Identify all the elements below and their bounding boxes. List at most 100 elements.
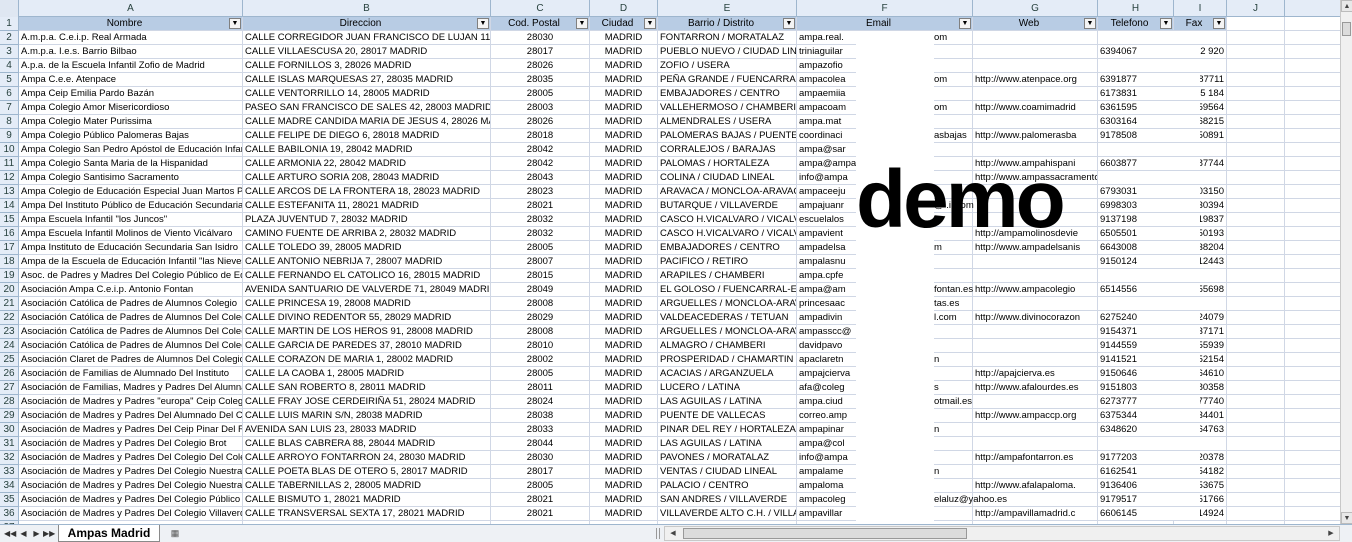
cell[interactable]: 28030 [491, 451, 590, 464]
filter-dropdown-icon[interactable]: ▼ [959, 18, 971, 29]
cell[interactable] [1227, 437, 1285, 450]
cell[interactable] [1227, 395, 1285, 408]
cell[interactable]: LAS AGUILAS / LATINA [658, 437, 797, 450]
cell[interactable]: 28021 [491, 199, 590, 212]
cell[interactable]: 28044 [491, 437, 590, 450]
cell[interactable]: PEÑA GRANDE / FUENCARRAL-EL PARDO [658, 73, 797, 86]
cell[interactable]: CALLE ANTONIO NEBRIJA 7, 28007 MADRID [243, 255, 491, 268]
cell[interactable]: CALLE MADRE CANDIDA MARIA DE JESUS 4, 28… [243, 115, 491, 128]
header-cell[interactable]: Direccion [243, 17, 491, 30]
cell[interactable]: http://www.palomerasba [973, 129, 1098, 142]
cell[interactable]: Asociación Claret de Padres de Alumnos D… [19, 353, 243, 366]
cell[interactable]: LAS AGUILAS / LATINA [658, 395, 797, 408]
row-header[interactable]: 10 [0, 143, 18, 157]
cell[interactable]: CALLE ARROYO FONTARRON 24, 28030 MADRID [243, 451, 491, 464]
cell[interactable]: CALLE ARCOS DE LA FRONTERA 18, 28023 MAD… [243, 185, 491, 198]
cell[interactable]: EL GOLOSO / FUENCARRAL-EL PARDO [658, 283, 797, 296]
cell[interactable]: LUCERO / LATINA [658, 381, 797, 394]
prev-sheet-button[interactable]: ◀ [18, 528, 29, 539]
cell[interactable]: VALLEHERMOSO / CHAMBERI [658, 101, 797, 114]
cell[interactable]: MADRID [590, 269, 658, 282]
cell[interactable] [1227, 423, 1285, 436]
cell[interactable]: 28018 [491, 129, 590, 142]
cell[interactable]: MADRID [590, 507, 658, 520]
cell[interactable]: ARAVACA / MONCLOA-ARAVACA [658, 185, 797, 198]
row-header[interactable]: 19 [0, 269, 18, 283]
cell[interactable]: VENTAS / CIUDAD LINEAL [658, 465, 797, 478]
cell[interactable] [973, 297, 1098, 310]
cell[interactable]: 28005 [491, 87, 590, 100]
cell[interactable]: Ampa C.e.e. Atenpace [19, 73, 243, 86]
cell[interactable]: Asociación de Madres y Padres Del Alumna… [19, 409, 243, 422]
row-header[interactable]: 15 [0, 213, 18, 227]
row-header[interactable]: 3 [0, 45, 18, 59]
cell[interactable]: CALLE CORREGIDOR JUAN FRANCISCO DE LUJAN… [243, 31, 491, 44]
filter-dropdown-icon[interactable]: ▼ [783, 18, 795, 29]
scroll-left-button[interactable]: ◀ [667, 528, 679, 539]
cell[interactable]: VALDEACEDERAS / TETUAN [658, 311, 797, 324]
cell[interactable] [1227, 255, 1285, 268]
row-header[interactable]: 33 [0, 465, 18, 479]
cell[interactable]: Ampa Colegio Santa Maria de la Hispanida… [19, 157, 243, 170]
tab-split-handle[interactable] [656, 528, 660, 539]
cell[interactable] [973, 269, 1098, 282]
cell[interactable]: 28043 [491, 171, 590, 184]
header-cell[interactable]: Nombre [19, 17, 243, 30]
cell[interactable]: PLAZA JUVENTUD 7, 28032 MADRID [243, 213, 491, 226]
cell[interactable]: MADRID [590, 311, 658, 324]
cell[interactable]: Ampa Escuela Infantil Molinos de Viento … [19, 227, 243, 240]
vertical-scrollbar[interactable]: ▲ ▼ [1340, 0, 1352, 524]
cell[interactable]: CALLE DIVINO REDENTOR 55, 28029 MADRID [243, 311, 491, 324]
cell[interactable] [1227, 143, 1285, 156]
cell[interactable]: 28002 [491, 353, 590, 366]
cell[interactable]: PACIFICO / RETIRO [658, 255, 797, 268]
cell[interactable]: CALLE ESTEFANITA 11, 28021 MADRID [243, 199, 491, 212]
cell[interactable] [1227, 381, 1285, 394]
scroll-up-button[interactable]: ▲ [1341, 0, 1352, 12]
cell[interactable] [1227, 339, 1285, 352]
cell[interactable] [973, 115, 1098, 128]
cell[interactable]: 28049 [491, 283, 590, 296]
cell[interactable]: 28042 [491, 157, 590, 170]
cell[interactable]: Asociación Católica de Padres de Alumnos… [19, 297, 243, 310]
row-header[interactable]: 34 [0, 479, 18, 493]
cell[interactable]: CALLE BLAS CABRERA 88, 28044 MADRID [243, 437, 491, 450]
cell[interactable] [973, 395, 1098, 408]
cell[interactable]: AVENIDA SAN LUIS 23, 28033 MADRID [243, 423, 491, 436]
column-header-c[interactable]: C [491, 0, 590, 17]
cell[interactable]: MADRID [590, 423, 658, 436]
cell[interactable]: MADRID [590, 31, 658, 44]
cell[interactable]: Ampa Colegio Amor Misericordioso [19, 101, 243, 114]
cell[interactable]: 28010 [491, 339, 590, 352]
cell[interactable]: CASCO H.VICALVARO / VICALVARO [658, 227, 797, 240]
cell[interactable] [1227, 493, 1285, 506]
row-header[interactable]: 24 [0, 339, 18, 353]
cell[interactable]: PINAR DEL REY / HORTALEZA [658, 423, 797, 436]
cell[interactable] [1227, 227, 1285, 240]
cell[interactable]: Ampa Colegio de Educación Especial Juan … [19, 185, 243, 198]
cell[interactable]: MADRID [590, 101, 658, 114]
column-header-a[interactable]: A [19, 0, 243, 17]
cell[interactable]: Asociación de Madres y Padres "europa" C… [19, 395, 243, 408]
cell[interactable]: 28035 [491, 73, 590, 86]
cell[interactable]: 28005 [491, 367, 590, 380]
cell[interactable]: 28033 [491, 423, 590, 436]
cell[interactable] [973, 465, 1098, 478]
row-header[interactable]: 7 [0, 101, 18, 115]
cell[interactable] [1227, 87, 1285, 100]
row-header[interactable]: 8 [0, 115, 18, 129]
cell[interactable]: SAN ANDRES / VILLAVERDE [658, 493, 797, 506]
row-header[interactable]: 30 [0, 423, 18, 437]
cell[interactable]: PALOMAS / HORTALEZA [658, 157, 797, 170]
cell[interactable]: PALACIO / CENTRO [658, 479, 797, 492]
cell[interactable]: Ampa Ceip Emilia Pardo Bazán [19, 87, 243, 100]
cell[interactable]: CALLE TABERNILLAS 2, 28005 MADRID [243, 479, 491, 492]
row-header[interactable]: 5 [0, 73, 18, 87]
cell[interactable]: 28008 [491, 325, 590, 338]
cell[interactable]: 28017 [491, 45, 590, 58]
cell[interactable]: 28021 [491, 507, 590, 520]
cell[interactable] [973, 339, 1098, 352]
cell[interactable]: MADRID [590, 157, 658, 170]
cell[interactable]: A.p.a. de la Escuela Infantil Zofio de M… [19, 59, 243, 72]
row-header[interactable]: 14 [0, 199, 18, 213]
